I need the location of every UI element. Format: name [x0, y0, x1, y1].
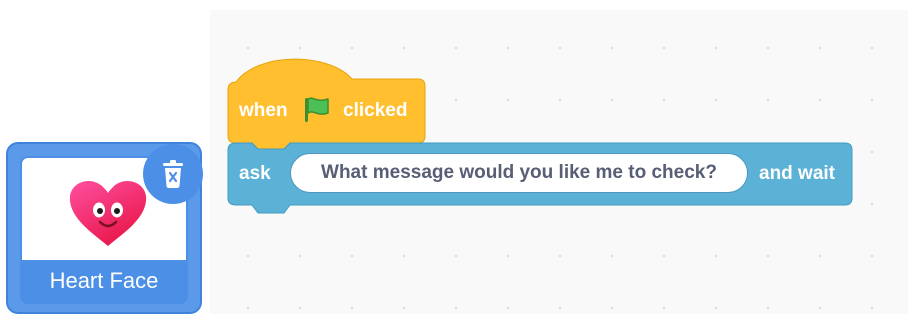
- green-flag-icon: [305, 97, 329, 122]
- sprite-name-label: Heart Face: [49, 268, 159, 293]
- heart-face-icon: [69, 181, 147, 246]
- trash-icon: [163, 160, 183, 188]
- when-label: when: [239, 100, 288, 121]
- delete-sprite-button[interactable]: [143, 144, 203, 204]
- and-wait-label: and wait: [759, 163, 836, 184]
- clicked-label: clicked: [343, 100, 408, 121]
- ask-label: ask: [239, 163, 271, 184]
- ask-question-input[interactable]: What message would you like me to check?: [290, 153, 748, 193]
